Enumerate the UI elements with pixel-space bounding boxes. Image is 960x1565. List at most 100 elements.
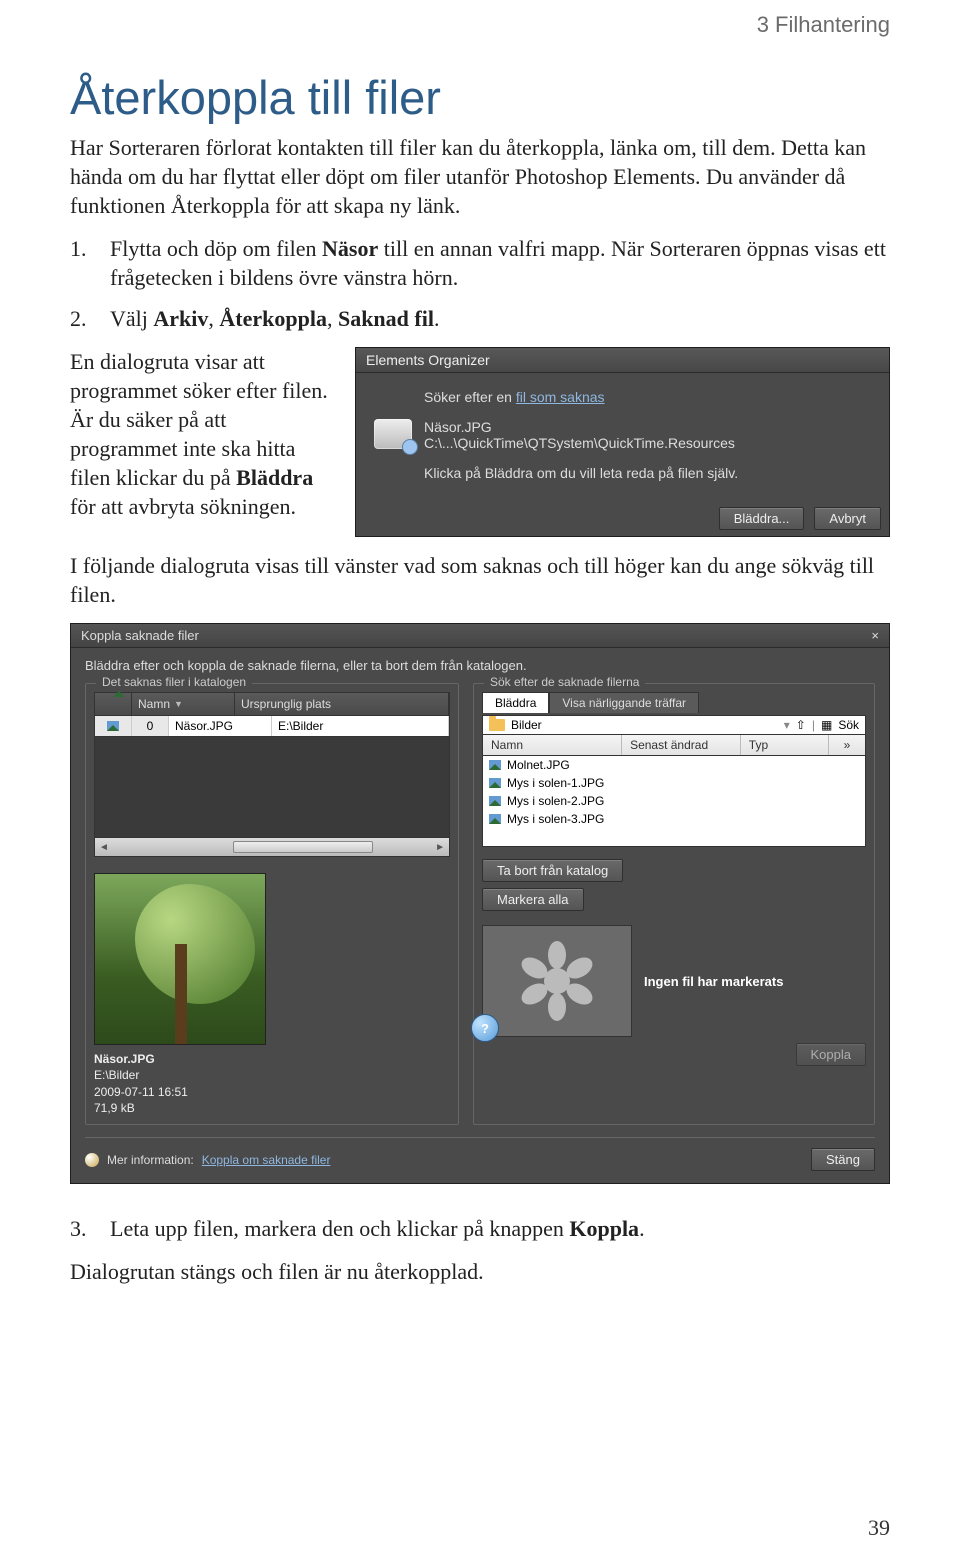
meta-filename: Näsor.JPG — [94, 1051, 450, 1067]
step-text: Leta upp filen, markera den och klickar … — [110, 1216, 569, 1241]
drive-search-icon — [374, 419, 412, 449]
location-name: Bilder — [511, 718, 542, 732]
file-name: Mys i solen-1.JPG — [507, 776, 604, 790]
tab-nearby[interactable]: Visa närliggande träffar — [549, 692, 699, 713]
page-number: 39 — [868, 1515, 890, 1541]
lightbulb-icon — [85, 1153, 99, 1167]
step-bold: Saknad fil — [338, 306, 434, 331]
image-icon — [489, 814, 501, 824]
browse-button[interactable]: Bläddra... — [719, 507, 805, 530]
column-name[interactable]: Namn — [483, 735, 622, 755]
remove-from-catalog-button[interactable]: Ta bort från katalog — [482, 859, 623, 882]
step-2: Välj Arkiv, Återkoppla, Saknad fil. — [70, 304, 890, 333]
image-preview — [94, 873, 266, 1045]
file-name: Molnet.JPG — [507, 758, 570, 772]
column-expand[interactable]: » — [829, 735, 865, 755]
step-bold: Näsor — [322, 236, 378, 261]
file-info: Näsor.JPG C:\...\QuickTime\QTSystem\Quic… — [424, 419, 735, 451]
select-all-button[interactable]: Markera alla — [482, 888, 584, 911]
location-bar[interactable]: Bilder ▾ ⇧ | ▦ Sök — [482, 715, 866, 735]
step-text: , — [327, 306, 338, 331]
step-bold: Återkoppla — [219, 306, 327, 331]
scroll-left-icon[interactable]: ◄ — [99, 842, 109, 853]
step-3: Leta upp filen, markera den och klickar … — [70, 1214, 890, 1243]
para-bold: Bläddra — [236, 465, 313, 490]
intro-paragraph: Har Sorteraren förlorat kontakten till f… — [70, 133, 890, 220]
view-icon[interactable]: ▦ — [821, 718, 832, 732]
question-icon: ? — [471, 1014, 499, 1042]
horizontal-scrollbar[interactable]: ◄ ► — [94, 838, 450, 857]
file-name: Mys i solen-2.JPG — [507, 794, 604, 808]
file-name: Näsor.JPG — [424, 419, 735, 435]
para-text: för att avbryta sökningen. — [70, 494, 296, 519]
up-folder-icon[interactable]: ⇧ — [796, 718, 806, 732]
search-button[interactable]: Sök — [838, 718, 859, 732]
file-name: Mys i solen-3.JPG — [507, 812, 604, 826]
more-info-label: Mer information: — [107, 1153, 194, 1167]
dialog-instruction: Klicka på Bläddra om du vill leta reda p… — [424, 465, 871, 481]
step-text: Välj — [110, 306, 153, 331]
file-list[interactable]: Molnet.JPG Mys i solen-1.JPG Mys i solen… — [482, 756, 866, 847]
step-bold: Koppla — [569, 1216, 639, 1241]
text: Söker efter en — [424, 389, 516, 405]
connect-button[interactable]: Koppla — [796, 1043, 866, 1066]
dialog-titlebar: Elements Organizer — [356, 348, 889, 373]
connect-missing-files-dialog: Koppla saknade filer × Bläddra efter och… — [70, 623, 890, 1184]
panel-legend: Det saknas filer i katalogen — [96, 675, 252, 689]
list-item[interactable]: Mys i solen-3.JPG — [483, 810, 865, 828]
step-text: . — [434, 306, 440, 331]
table-header: Namn Ursprunglig plats — [94, 692, 450, 716]
table-row[interactable]: 0 Näsor.JPG E:\Bilder — [94, 716, 450, 737]
meta-size: 71,9 kB — [94, 1100, 450, 1116]
more-info-link[interactable]: Koppla om saknade filer — [202, 1153, 331, 1167]
dialog-title: Koppla saknade filer — [81, 628, 199, 643]
close-icon[interactable]: × — [871, 628, 879, 643]
cancel-button[interactable]: Avbryt — [814, 507, 881, 530]
close-button[interactable]: Stäng — [811, 1148, 875, 1171]
list-item[interactable]: Mys i solen-1.JPG — [483, 774, 865, 792]
column-modified[interactable]: Senast ändrad — [622, 735, 741, 755]
chapter-label: 3 Filhantering — [757, 12, 890, 38]
preview-placeholder: ? — [482, 925, 632, 1037]
column-type[interactable]: Typ — [741, 735, 829, 755]
row-name: Näsor.JPG — [169, 716, 272, 736]
step-text: , — [208, 306, 219, 331]
dialog-intro: Bläddra efter och koppla de saknade file… — [85, 658, 875, 673]
dialog-search-line: Söker efter en fil som saknas — [424, 389, 871, 405]
more-info: Mer information: Koppla om saknade filer — [85, 1153, 330, 1167]
meta-path: E:\Bilder — [94, 1067, 450, 1083]
tab-browse[interactable]: Bläddra — [482, 692, 549, 713]
column-name[interactable]: Namn — [132, 693, 235, 715]
step-1: Flytta och döp om filen Näsor till en an… — [70, 234, 890, 292]
row-index: 0 — [132, 716, 169, 736]
dialog-paragraph: En dialogruta visar att programmet söker… — [70, 347, 335, 537]
file-path: C:\...\QuickTime\QTSystem\QuickTime.Reso… — [424, 435, 735, 451]
image-header-icon[interactable] — [95, 693, 132, 715]
scroll-right-icon[interactable]: ► — [435, 842, 445, 853]
list-item[interactable]: Molnet.JPG — [483, 756, 865, 774]
file-list-header: Namn Senast ändrad Typ » — [482, 735, 866, 756]
image-icon — [489, 796, 501, 806]
list-item[interactable]: Mys i solen-2.JPG — [483, 792, 865, 810]
scroll-thumb[interactable] — [233, 841, 373, 853]
column-original-location[interactable]: Ursprunglig plats — [235, 693, 449, 715]
closing-paragraph: Dialogrutan stängs och filen är nu återk… — [70, 1257, 890, 1286]
table-empty-area — [94, 737, 450, 838]
image-icon — [489, 760, 501, 770]
step-bold: Arkiv — [153, 306, 208, 331]
folder-icon — [489, 719, 505, 731]
search-files-panel: Sök efter de saknade filerna Bläddra Vis… — [473, 683, 875, 1125]
page-title: Återkoppla till filer — [70, 70, 890, 125]
step-text: . — [639, 1216, 645, 1241]
meta-date: 2009-07-11 16:51 — [94, 1084, 450, 1100]
elements-organizer-dialog: Elements Organizer Söker efter en fil so… — [355, 347, 890, 537]
panel-legend: Sök efter de saknade filerna — [484, 675, 645, 689]
no-selection-message: Ingen fil har markerats — [644, 974, 783, 989]
next-paragraph: I följande dialogruta visas till vänster… — [70, 551, 890, 609]
image-metadata: Näsor.JPG E:\Bilder 2009-07-11 16:51 71,… — [94, 1051, 450, 1116]
step-text: Flytta och döp om filen — [110, 236, 322, 261]
image-icon — [489, 778, 501, 788]
flower-placeholder-icon — [527, 951, 587, 1011]
missing-files-panel: Det saknas filer i katalogen Namn Urspru… — [85, 683, 459, 1125]
missing-file-link[interactable]: fil som saknas — [516, 389, 605, 405]
